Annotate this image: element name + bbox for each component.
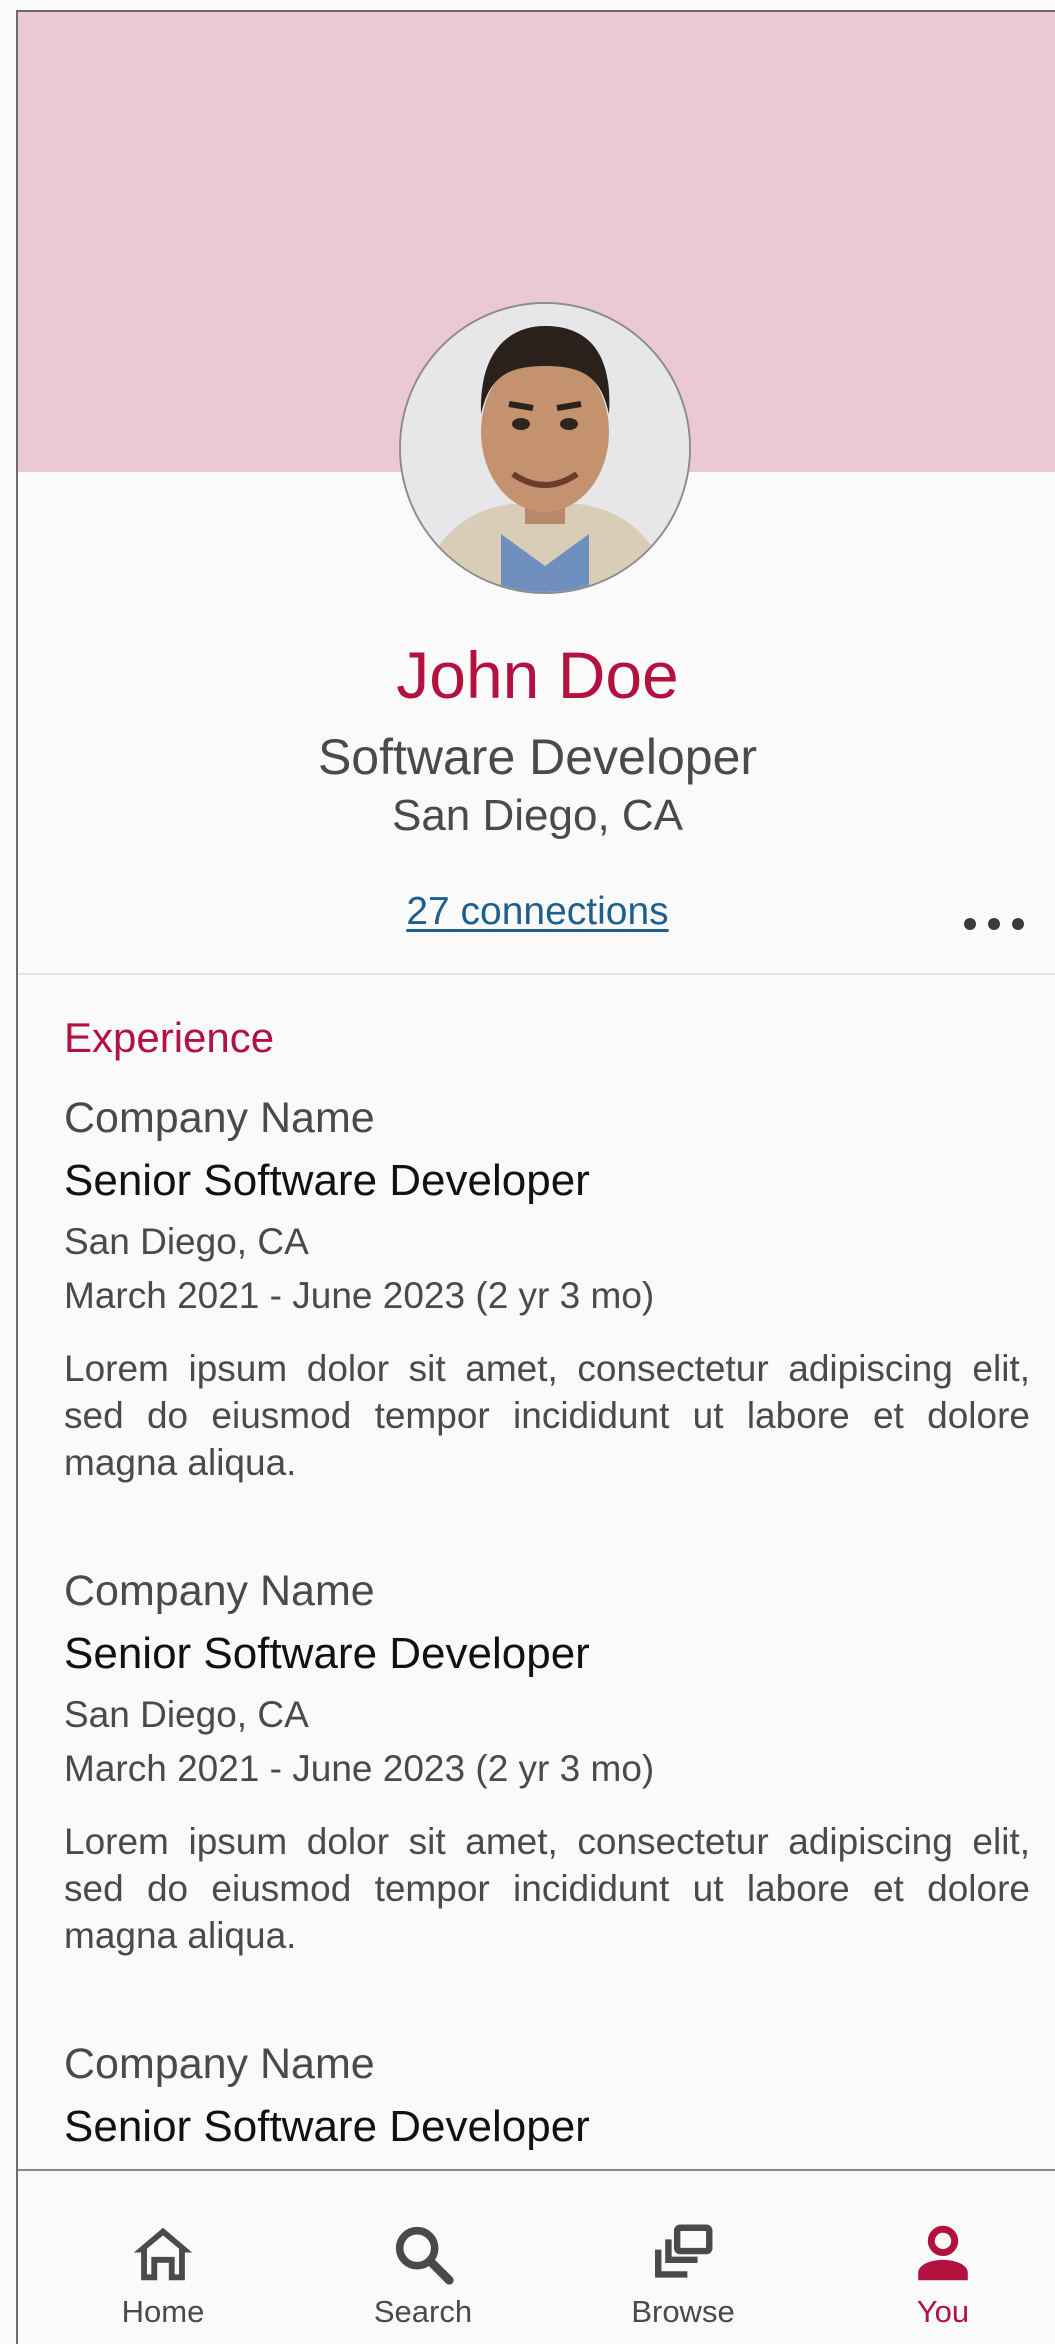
experience-company: Company Name	[64, 1094, 375, 1142]
nav-label: Search	[373, 2294, 473, 2329]
experience-dates: March 2021 - June 2023 (2 yr 3 mo)	[64, 1275, 655, 1316]
nav-item-browse[interactable]: Browse	[553, 2171, 813, 2344]
experience-item: Company Name Senior Software Developer S…	[64, 1570, 1030, 1970]
nav-label: Browse	[631, 2294, 735, 2329]
profile-title: Software Developer	[317, 729, 758, 785]
person-icon	[918, 2225, 968, 2281]
search-icon	[395, 2226, 454, 2285]
more-dot	[1012, 918, 1024, 930]
browse-icon	[655, 2224, 713, 2278]
experience-location: San Diego, CA	[64, 1694, 309, 1735]
profile-name: John Doe	[396, 638, 679, 712]
avatar[interactable]	[399, 302, 691, 594]
experience-item: Company Name Senior Software Developer S…	[64, 1097, 1030, 1497]
nav-item-home[interactable]: Home	[33, 2171, 293, 2344]
nav-item-you[interactable]: You	[813, 2171, 1055, 2344]
connections-container: 27 connections	[18, 892, 1055, 931]
profile-location: San Diego, CA	[391, 791, 684, 840]
avatar-photo	[401, 304, 689, 592]
nav-item-search[interactable]: Search	[293, 2171, 553, 2344]
experience-description: Lorem ipsum dolor sit amet, consectetur …	[64, 1348, 1030, 1483]
more-dot	[988, 918, 1000, 930]
home-icon	[133, 2227, 193, 2281]
experience-role: Senior Software Developer	[64, 1156, 590, 1205]
section-divider	[18, 973, 1055, 975]
more-dot	[964, 918, 976, 930]
experience-dates: March 2021 - June 2023 (2 yr 3 mo)	[64, 1748, 655, 1789]
connections-link[interactable]: 27 connections	[406, 890, 668, 933]
experience-location: San Diego, CA	[64, 1221, 309, 1262]
experience-company: Company Name	[64, 1567, 375, 1615]
experience-company: Company Name	[64, 2040, 375, 2088]
profile-screen: John Doe Software Developer San Diego, C…	[16, 10, 1055, 2344]
more-options-icon[interactable]	[964, 910, 1024, 938]
experience-role: Senior Software Developer	[64, 1629, 590, 1678]
nav-label: You	[916, 2294, 970, 2329]
experience-description: Lorem ipsum dolor sit amet, consectetur …	[64, 1821, 1030, 1956]
experience-role: Senior Software Developer	[64, 2102, 590, 2151]
experience-item: Company Name Senior Software Developer	[64, 2043, 1030, 2163]
nav-label: Home	[121, 2294, 205, 2329]
bottom-navigation: Home Search Browse You	[18, 2169, 1055, 2344]
experience-heading: Experience	[64, 1014, 275, 1061]
